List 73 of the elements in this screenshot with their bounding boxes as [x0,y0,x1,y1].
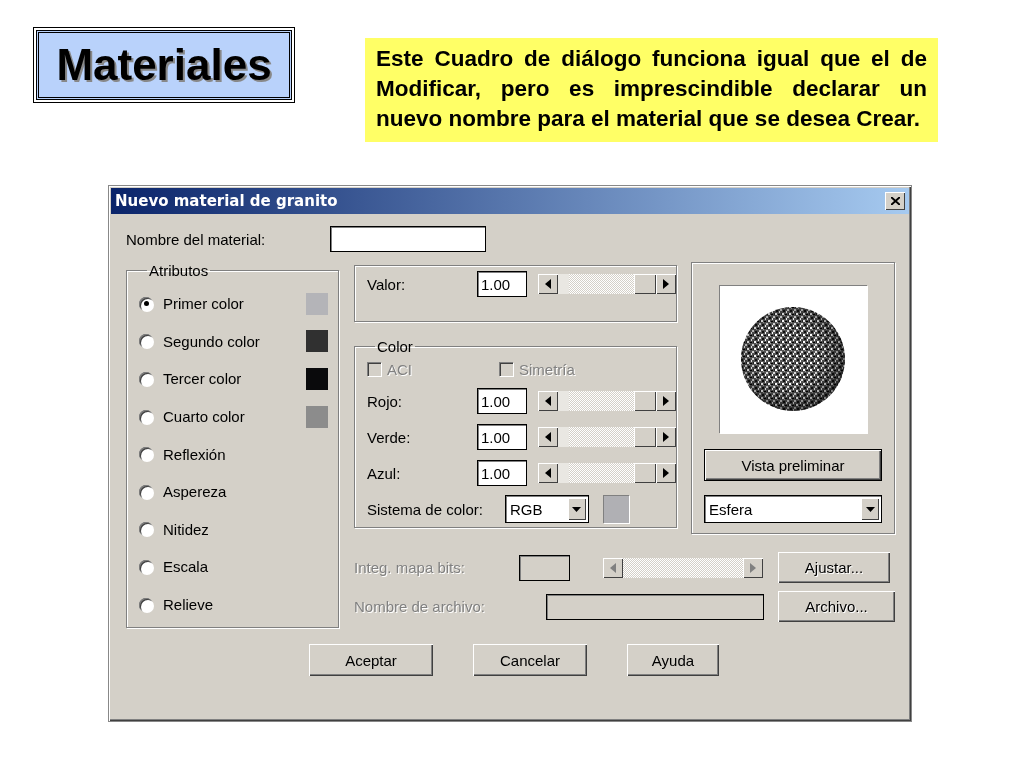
right-arrow-icon [663,396,669,406]
radio-label[interactable]: Tercer color [163,370,306,388]
radio-button[interactable] [139,484,153,499]
material-name-field[interactable] [330,226,487,252]
radio-label[interactable]: Aspereza [163,483,338,501]
field-label: Nombre del material: [126,230,266,248]
bitmap-field[interactable] [519,554,570,581]
color-system-select[interactable]: RGB [504,495,589,523]
radio-button[interactable] [139,522,153,537]
slider-thumb[interactable] [634,463,656,483]
file-name-field[interactable] [546,593,764,620]
radio-label[interactable]: Escala [163,558,338,576]
right-arrow-icon [663,468,669,478]
left-arrow-icon [610,562,616,573]
radio-button[interactable] [139,334,153,349]
group-legend: Atributos [147,262,211,279]
radio-label[interactable]: Segundo color [163,332,306,350]
color-swatch[interactable] [306,292,328,315]
right-arrow-icon [750,562,756,573]
field-label: Integ. mapa bits: [354,559,466,576]
left-arrow-icon [545,396,551,406]
color-swatch[interactable] [306,405,328,428]
left-arrow-icon [545,432,551,442]
caret-icon [572,506,582,512]
slider[interactable] [538,391,676,411]
radio-label[interactable]: Nitidez [163,520,338,538]
slider-thumb[interactable] [634,427,656,447]
color-swatch[interactable] [602,495,629,523]
radio-button[interactable] [139,559,153,574]
slider[interactable] [538,274,676,294]
color-swatch[interactable] [306,368,328,390]
slider-thumb[interactable] [634,391,656,411]
value-field[interactable]: 1.00 [477,271,527,297]
field-label: Sistema de color: [367,500,483,518]
radio-button[interactable] [139,597,153,612]
window-title: Nuevo material de granito [115,192,338,210]
field-label: Verde: [367,428,412,446]
dropdown-button[interactable] [861,498,879,520]
dialog-button[interactable]: Cancelar [473,644,587,676]
radio-button[interactable] [139,296,153,311]
slide-title: Materiales [36,30,292,100]
right-arrow-icon [663,279,669,289]
dialog-button[interactable]: Ayuda [627,644,719,676]
dialog-button[interactable]: Aceptar [309,644,433,676]
color-swatch[interactable] [306,330,328,353]
radio-button[interactable] [139,447,153,462]
radio-label[interactable]: Primer color [163,295,306,313]
slider-thumb[interactable] [634,274,656,294]
left-arrow-icon [545,279,551,289]
note-text: Este Cuadro de diálogo funciona igual que el de Modificar, pero es imprescindible declarar un nuevo nombre para el material que se desea Crear. [365,38,938,142]
slider[interactable] [538,463,676,483]
radio-label[interactable]: Relieve [163,596,338,614]
field-label: Rojo: [367,392,404,410]
preview-button[interactable]: Vista preliminar [704,449,882,481]
radio-label[interactable]: Cuarto color [163,408,306,426]
field-label: Azul: [367,464,402,482]
caret-icon [865,506,875,512]
radio-button[interactable] [139,372,153,386]
right-arrow-icon [663,432,669,442]
close-icon [890,197,900,205]
value-field[interactable]: 1.00 [477,460,527,486]
dropdown-button[interactable] [567,498,586,520]
radio-button[interactable] [139,409,153,424]
left-arrow-icon [545,468,551,478]
field-label: Nombre de archivo: [354,598,486,615]
value-field[interactable]: 1.00 [477,388,527,414]
shape-select[interactable]: Esfera [704,495,882,523]
slider[interactable] [538,427,676,447]
value-field[interactable]: 1.00 [477,424,527,450]
close-button[interactable] [885,192,905,210]
radio-label[interactable]: Reflexión [163,445,338,463]
field-label: Valor: [367,275,407,293]
group-legend: Color [375,338,415,355]
